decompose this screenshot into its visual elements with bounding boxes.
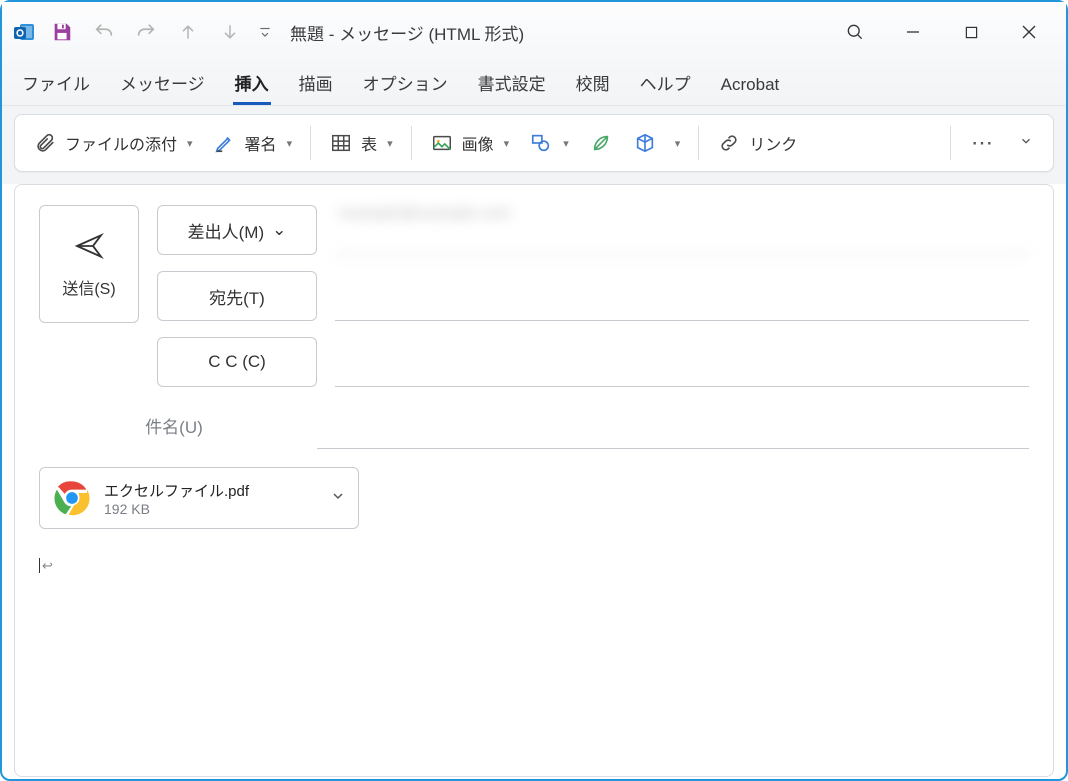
from-field[interactable]: example@example.com bbox=[335, 205, 1029, 255]
link-icon bbox=[717, 131, 741, 155]
attachment-filename: エクセルファイル.pdf bbox=[104, 480, 318, 501]
send-label: 送信(S) bbox=[62, 275, 115, 299]
send-icon bbox=[73, 230, 105, 267]
search-button[interactable] bbox=[826, 10, 884, 54]
minimize-button[interactable] bbox=[884, 10, 942, 54]
image-icon bbox=[430, 131, 454, 155]
text-cursor: ↩ bbox=[39, 558, 53, 573]
chevron-down-icon: ▾ bbox=[387, 137, 393, 150]
cc-label: C C (C) bbox=[208, 352, 266, 372]
chevron-down-icon: ⌄ bbox=[272, 220, 286, 240]
undo-button[interactable] bbox=[86, 14, 122, 50]
attachment-size: 192 KB bbox=[104, 501, 318, 517]
arrow-up-button[interactable] bbox=[170, 14, 206, 50]
signature-label: 署名 bbox=[245, 131, 277, 155]
ribbon-container: ファイルの添付 ▾ 署名 ▾ 表 ▾ 画像 ▾ bbox=[2, 106, 1066, 184]
ribbon: ファイルの添付 ▾ 署名 ▾ 表 ▾ 画像 ▾ bbox=[14, 114, 1054, 172]
tab-insert[interactable]: 挿入 bbox=[233, 62, 271, 105]
icons-button[interactable] bbox=[581, 125, 621, 161]
outlook-icon bbox=[10, 18, 38, 46]
message-body[interactable]: ↩ bbox=[39, 557, 1029, 574]
tab-file[interactable]: ファイル bbox=[20, 62, 92, 105]
ribbon-more-button[interactable]: ⋯ bbox=[957, 130, 1009, 156]
ribbon-collapse-button[interactable] bbox=[1009, 134, 1043, 153]
attach-file-button[interactable]: ファイルの添付 ▾ bbox=[25, 125, 201, 161]
chevron-down-icon: ▾ bbox=[287, 137, 293, 150]
picture-label: 画像 bbox=[462, 131, 494, 155]
tab-acrobat[interactable]: Acrobat bbox=[719, 67, 782, 105]
attachment-item[interactable]: エクセルファイル.pdf 192 KB bbox=[39, 467, 359, 529]
ribbon-separator bbox=[698, 126, 699, 160]
table-icon bbox=[329, 131, 353, 155]
signature-button[interactable]: 署名 ▾ bbox=[205, 125, 301, 161]
chevron-down-icon: ▾ bbox=[504, 137, 510, 150]
qat-customize-button[interactable] bbox=[254, 14, 276, 50]
tab-options[interactable]: オプション bbox=[361, 62, 450, 105]
table-button[interactable]: 表 ▾ bbox=[321, 125, 401, 161]
chevron-down-icon: ▾ bbox=[187, 137, 193, 150]
save-button[interactable] bbox=[44, 14, 80, 50]
to-label: 宛先(T) bbox=[209, 284, 265, 309]
titlebar: 無題 - メッセージ (HTML 形式) bbox=[2, 2, 1066, 62]
chrome-icon bbox=[52, 478, 92, 518]
attach-file-label: ファイルの添付 bbox=[65, 131, 177, 155]
ribbon-separator bbox=[411, 126, 412, 160]
tab-draw[interactable]: 描画 bbox=[297, 62, 335, 105]
subject-label: 件名(U) bbox=[39, 413, 299, 438]
shapes-button[interactable]: ▾ bbox=[521, 125, 577, 161]
tab-help[interactable]: ヘルプ bbox=[638, 62, 693, 105]
maximize-button[interactable] bbox=[942, 10, 1000, 54]
ribbon-tabs: ファイル メッセージ 挿入 描画 オプション 書式設定 校閲 ヘルプ Acrob… bbox=[2, 62, 1066, 106]
compose-area: 送信(S) 差出人(M) ⌄ example@example.com 宛先(T)… bbox=[14, 184, 1054, 777]
from-button[interactable]: 差出人(M) ⌄ bbox=[157, 205, 317, 255]
link-label: リンク bbox=[749, 131, 797, 155]
paperclip-icon bbox=[33, 131, 57, 155]
attachment-menu-button[interactable] bbox=[330, 488, 346, 509]
tab-format[interactable]: 書式設定 bbox=[476, 62, 548, 105]
cc-button[interactable]: C C (C) bbox=[157, 337, 317, 387]
leaf-icon bbox=[589, 131, 613, 155]
tab-message[interactable]: メッセージ bbox=[118, 62, 207, 105]
chevron-down-icon: ▾ bbox=[563, 137, 569, 150]
chevron-down-icon: ▾ bbox=[675, 137, 681, 150]
subject-field[interactable] bbox=[317, 401, 1029, 449]
redo-button[interactable] bbox=[128, 14, 164, 50]
pen-icon bbox=[213, 131, 237, 155]
to-button[interactable]: 宛先(T) bbox=[157, 271, 317, 321]
send-button[interactable]: 送信(S) bbox=[39, 205, 139, 323]
from-label: 差出人(M) bbox=[188, 218, 264, 243]
tab-review[interactable]: 校閲 bbox=[574, 62, 612, 105]
cube-icon bbox=[633, 131, 657, 155]
quick-access-toolbar bbox=[10, 14, 276, 50]
ribbon-separator bbox=[950, 126, 951, 160]
ribbon-separator bbox=[310, 126, 311, 160]
shapes-icon bbox=[529, 131, 553, 155]
cc-field[interactable] bbox=[335, 337, 1029, 387]
close-button[interactable] bbox=[1000, 10, 1058, 54]
picture-button[interactable]: 画像 ▾ bbox=[422, 125, 518, 161]
arrow-down-button[interactable] bbox=[212, 14, 248, 50]
link-button[interactable]: リンク bbox=[709, 125, 805, 161]
window-title: 無題 - メッセージ (HTML 形式) bbox=[290, 20, 524, 45]
to-field[interactable] bbox=[335, 271, 1029, 321]
table-label: 表 bbox=[361, 131, 377, 155]
3d-models-button[interactable]: ▾ bbox=[625, 125, 689, 161]
